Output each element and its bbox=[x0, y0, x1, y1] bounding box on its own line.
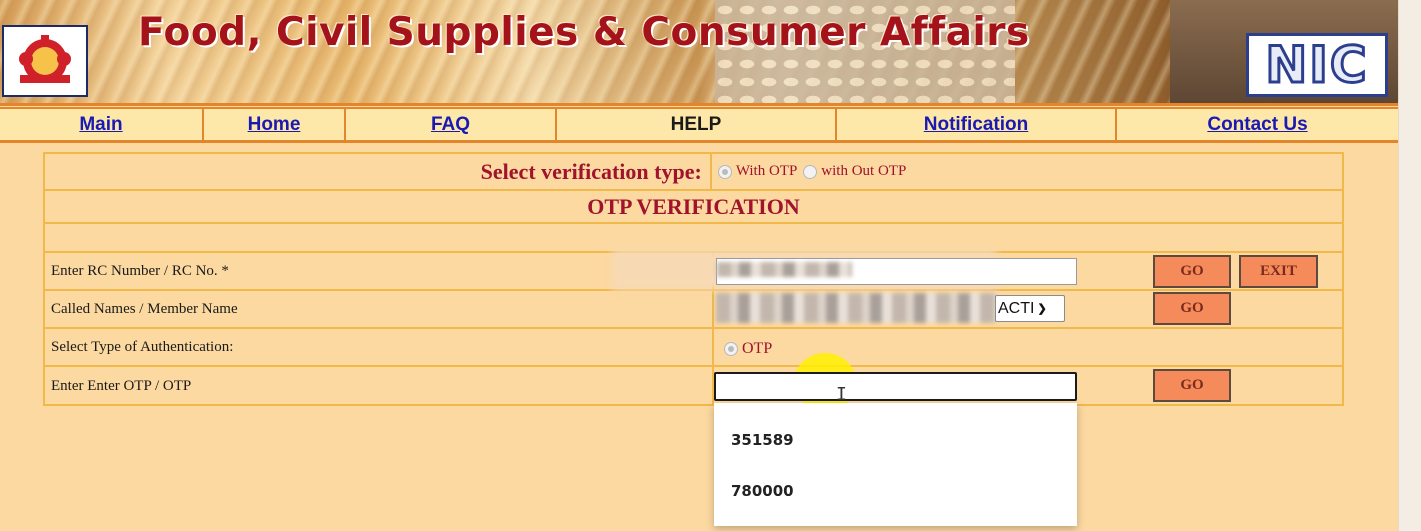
without-otp-label: with Out OTP bbox=[821, 163, 907, 179]
auth-type-row: Select Type of Authentication: bbox=[45, 329, 1342, 367]
verification-type-options: With OTP with Out OTP bbox=[712, 163, 907, 180]
member-name-select-value: ACTI bbox=[998, 299, 1035, 317]
nav-notification-link[interactable]: Notification bbox=[837, 109, 1117, 140]
spacer-row bbox=[45, 224, 1342, 253]
nav-faq-link[interactable]: FAQ bbox=[346, 109, 557, 140]
verification-type-row: Select verification type: With OTP with … bbox=[45, 154, 1342, 191]
auth-otp-option: OTP bbox=[724, 340, 772, 358]
verification-type-label: Select verification type: bbox=[480, 158, 702, 184]
with-otp-label: With OTP bbox=[735, 163, 798, 179]
member-go-button[interactable]: GO bbox=[1153, 292, 1231, 325]
nav-help-item[interactable]: HELP bbox=[557, 109, 837, 140]
text-cursor-icon: I bbox=[836, 384, 847, 405]
nav-home-link[interactable]: Home bbox=[204, 109, 346, 140]
otp-input[interactable] bbox=[714, 372, 1077, 401]
state-emblem-icon bbox=[2, 25, 88, 97]
main-nav: Main Home FAQ HELP Notification Contact … bbox=[0, 107, 1398, 143]
otp-row: Enter Enter OTP / OTP bbox=[45, 367, 1342, 406]
rc-go-button[interactable]: GO bbox=[1153, 255, 1231, 288]
site-title: Food, Civil Supplies & Consumer Affairs bbox=[138, 10, 1030, 55]
column-divider bbox=[710, 154, 712, 189]
otp-go-button[interactable]: GO bbox=[1153, 369, 1231, 402]
member-name-select[interactable]: ACTI ❯ bbox=[995, 295, 1065, 322]
chevron-down-icon: ❯ bbox=[1037, 303, 1047, 315]
without-otp-radio[interactable] bbox=[803, 164, 818, 179]
site-banner: Food, Civil Supplies & Consumer Affairs … bbox=[0, 0, 1398, 106]
auth-otp-label: OTP bbox=[742, 340, 773, 357]
with-otp-radio[interactable] bbox=[717, 164, 732, 179]
auth-otp-radio[interactable] bbox=[724, 342, 738, 356]
section-title: OTP VERIFICATION bbox=[587, 193, 800, 219]
autocomplete-dropdown: 351589 780000 bbox=[714, 403, 1077, 526]
exit-button[interactable]: EXIT bbox=[1239, 255, 1318, 288]
auth-type-label: Select Type of Authentication: bbox=[45, 329, 714, 365]
member-name-label: Called Names / Member Name bbox=[45, 291, 714, 327]
nav-contact-link[interactable]: Contact Us bbox=[1117, 109, 1398, 140]
autocomplete-option[interactable]: 351589 bbox=[731, 431, 794, 449]
autocomplete-option[interactable]: 780000 bbox=[731, 482, 794, 500]
nav-main-link[interactable]: Main bbox=[0, 109, 204, 140]
section-title-row: OTP VERIFICATION bbox=[45, 191, 1342, 224]
redacted-member-name bbox=[716, 293, 997, 323]
nic-logo: NIC bbox=[1246, 33, 1388, 97]
otp-label: Enter Enter OTP / OTP bbox=[45, 367, 714, 406]
window-edge bbox=[1398, 0, 1421, 531]
redacted-rc-value bbox=[717, 262, 852, 277]
member-name-row: Called Names / Member Name bbox=[45, 291, 1342, 329]
